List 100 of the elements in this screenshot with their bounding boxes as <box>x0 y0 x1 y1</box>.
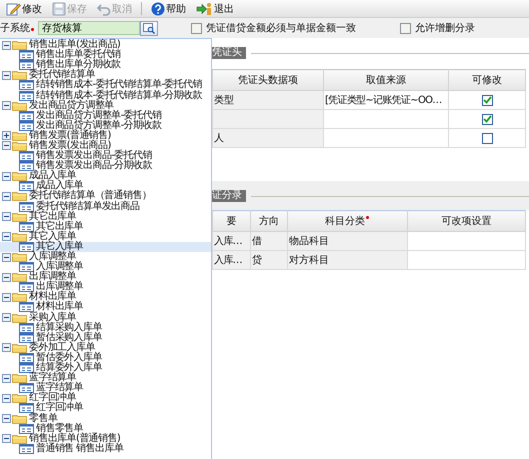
tree-item[interactable]: 发出商品贷方调整单 <box>0 100 211 111</box>
column-header: 方向 <box>250 210 288 232</box>
form-icon <box>19 90 34 101</box>
exit-icon <box>196 2 213 16</box>
column-header: 要 <box>212 210 250 232</box>
form-icon <box>19 332 34 343</box>
checkbox[interactable] <box>191 22 202 34</box>
collapse-icon[interactable] <box>2 252 11 262</box>
collapse-icon[interactable] <box>2 192 11 201</box>
table-cell: 物品科目 <box>288 232 408 250</box>
collapse-icon[interactable] <box>2 434 11 444</box>
collapse-icon[interactable] <box>2 394 11 403</box>
form-icon <box>19 352 34 363</box>
tree-item[interactable]: 其它入库单 <box>0 242 211 252</box>
folder-icon <box>12 232 27 242</box>
collapse-icon[interactable] <box>2 374 11 383</box>
pencil-icon <box>6 2 21 16</box>
folder-icon <box>12 100 27 111</box>
folder-icon <box>12 40 27 50</box>
collapse-icon[interactable] <box>2 313 11 322</box>
tree-item[interactable]: 销售零售单 <box>0 424 211 434</box>
collapse-icon[interactable] <box>2 292 11 302</box>
edit-button[interactable]: 修改 <box>3 0 45 16</box>
tree-item[interactable]: 零售单 <box>0 413 211 424</box>
folder-icon <box>12 434 27 444</box>
tree-item[interactable]: 发出商品贷方调整单-委托代销 <box>0 110 211 121</box>
form-icon <box>19 50 34 60</box>
tree-item[interactable]: 销售发票(普通销售) <box>0 130 211 141</box>
table-cell: 人 <box>212 128 324 148</box>
form-icon <box>19 110 34 121</box>
tree-item[interactable]: 普通销售 销售出库单 <box>0 444 211 454</box>
form-icon <box>19 363 34 374</box>
tree-item[interactable]: 暂估采购入库单 <box>0 332 211 343</box>
tree-item[interactable]: 委托代销结算单（普通销售） <box>0 191 211 202</box>
folder-icon <box>12 292 27 302</box>
folder-icon <box>12 191 27 202</box>
help-button[interactable]: 帮助 <box>148 0 189 16</box>
tree-item[interactable]: 发出商品贷方调整单-分期收款 <box>0 120 211 131</box>
tree-item[interactable]: 结转销售成本-委托代销结算单-分期收款 <box>0 90 211 101</box>
table-cell: 入库… <box>212 232 250 250</box>
subsystem-field[interactable]: 存货核算 <box>38 21 140 35</box>
tree-item[interactable]: 销售出库单(普通销售) <box>0 434 211 444</box>
form-icon <box>19 383 34 394</box>
form-icon <box>19 222 34 232</box>
folder-icon <box>12 272 27 282</box>
table-cell: 入库… <box>212 250 250 270</box>
collapse-icon[interactable] <box>2 101 11 110</box>
table-cell: 贷 <box>250 250 288 270</box>
tree-item[interactable]: 采购入库单 <box>0 312 211 323</box>
tree-item[interactable]: 暂估委外入库单 <box>0 352 211 363</box>
checkbox[interactable] <box>400 22 411 34</box>
folder-icon <box>12 212 27 222</box>
checkbox[interactable] <box>482 94 492 106</box>
help-icon <box>151 2 165 16</box>
tree-item[interactable]: 委托代销结算单发出商品 <box>0 202 211 212</box>
column-header: 可修改 <box>448 70 526 90</box>
form-icon <box>19 151 34 162</box>
checkbox[interactable] <box>482 132 492 144</box>
undo-arrow-icon <box>97 2 111 16</box>
form-icon <box>19 262 34 272</box>
lookup-button[interactable] <box>140 20 158 36</box>
tree-item[interactable]: 其它入库单 <box>0 232 211 242</box>
tree-item[interactable]: 结算采购入库单 <box>0 322 211 333</box>
form-icon <box>19 80 34 90</box>
folder-icon <box>12 252 27 262</box>
collapse-icon[interactable] <box>2 272 11 282</box>
tree-item[interactable]: 材料出库单 <box>0 302 211 313</box>
table-cell: 类型 <box>212 90 324 110</box>
form-icon <box>19 322 34 333</box>
checkbox-label: 允许增删分录 <box>415 22 475 35</box>
column-header: 可改项设置 <box>408 210 526 232</box>
collapse-icon[interactable] <box>2 40 11 50</box>
tree-item[interactable]: 其它出库单 <box>0 222 211 232</box>
table-cell: 借 <box>250 232 288 250</box>
collapse-icon[interactable] <box>2 70 11 80</box>
form-icon <box>19 242 34 252</box>
folder-icon <box>12 140 27 151</box>
form-icon <box>19 120 34 131</box>
tree-item[interactable]: 结转销售成本-委托代销结算单-委托代销 <box>0 80 211 90</box>
collapse-icon[interactable] <box>2 343 11 352</box>
tree-item[interactable]: 红字回冲单 <box>0 403 211 414</box>
collapse-icon[interactable] <box>2 414 11 424</box>
collapse-icon[interactable] <box>2 232 11 242</box>
folder-icon <box>12 414 27 424</box>
expand-icon[interactable] <box>2 131 11 140</box>
collapse-icon[interactable] <box>2 172 11 181</box>
checkbox[interactable] <box>482 114 492 124</box>
form-icon <box>19 302 34 312</box>
form-icon <box>19 282 34 292</box>
folder-icon <box>12 373 27 384</box>
collapse-icon[interactable] <box>2 141 11 150</box>
form-icon <box>19 403 34 414</box>
collapse-icon[interactable] <box>2 212 11 222</box>
tree-item[interactable]: 其它出库单 <box>0 212 211 222</box>
form-icon <box>19 424 34 434</box>
section-title: 凭证头 <box>212 47 246 59</box>
table-cell: 对方科目 <box>288 250 408 270</box>
tree-item[interactable]: 委外加工入库单 <box>0 342 211 353</box>
column-header: 凭证头数据项 <box>212 70 324 90</box>
exit-button[interactable]: 退出 <box>193 0 237 16</box>
